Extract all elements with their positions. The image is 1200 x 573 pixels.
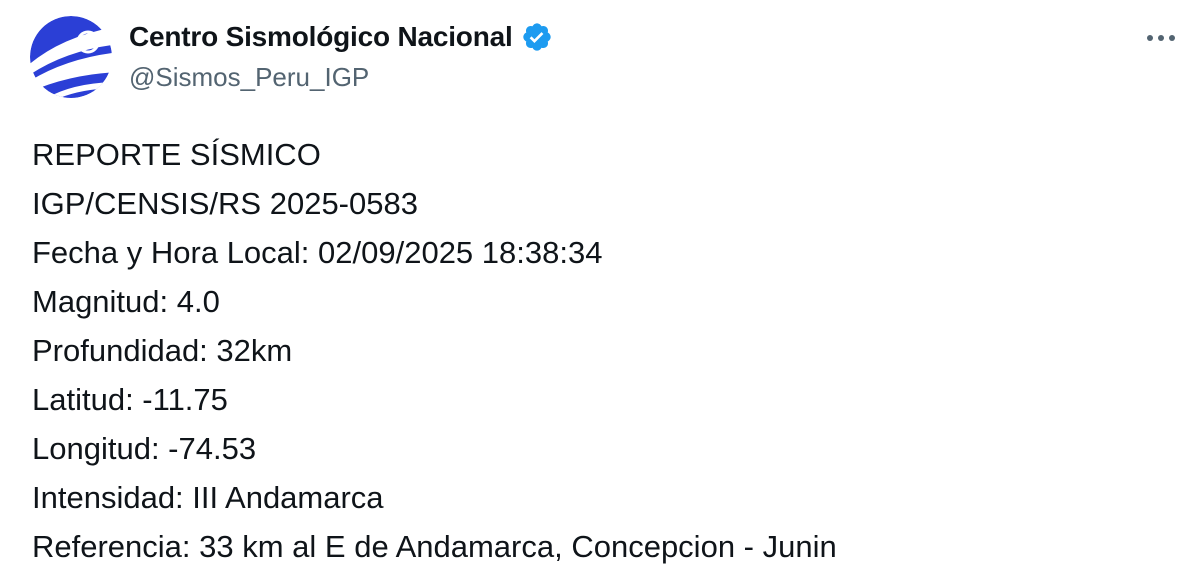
avatar[interactable] — [30, 16, 112, 98]
tweet-text: REPORTE SÍSMICO IGP/CENSIS/RS 2025-0583 … — [32, 130, 1172, 571]
author-display-name[interactable]: Centro Sismológico Nacional — [129, 21, 513, 53]
name-row: Centro Sismológico Nacional — [129, 18, 553, 56]
more-horizontal-icon — [1147, 35, 1175, 41]
author-info: Centro Sismológico Nacional @Sismos_Peru… — [129, 18, 553, 93]
tweet-line-depth: Profundidad: 32km — [32, 333, 293, 368]
tweet-line-report-id: IGP/CENSIS/RS 2025-0583 — [32, 186, 418, 221]
verified-badge-icon[interactable] — [521, 21, 553, 53]
tweet-line-latitude: Latitud: -11.75 — [32, 382, 228, 417]
tweet-line-magnitude: Magnitud: 4.0 — [32, 284, 220, 319]
tweet-line-reference: Referencia: 33 km al E de Andamarca, Con… — [32, 529, 837, 564]
author-handle[interactable]: @Sismos_Peru_IGP — [129, 62, 553, 93]
more-options-button[interactable] — [1138, 18, 1184, 58]
tweet-line-intensity: Intensidad: III Andamarca — [32, 480, 384, 515]
tweet-line-datetime: Fecha y Hora Local: 02/09/2025 18:38:34 — [32, 235, 603, 270]
igp-logo-icon — [30, 16, 112, 98]
tweet-line-longitude: Longitud: -74.53 — [32, 431, 257, 466]
tweet-line-title: REPORTE SÍSMICO — [32, 137, 321, 172]
tweet-card: Centro Sismológico Nacional @Sismos_Peru… — [0, 0, 1200, 573]
